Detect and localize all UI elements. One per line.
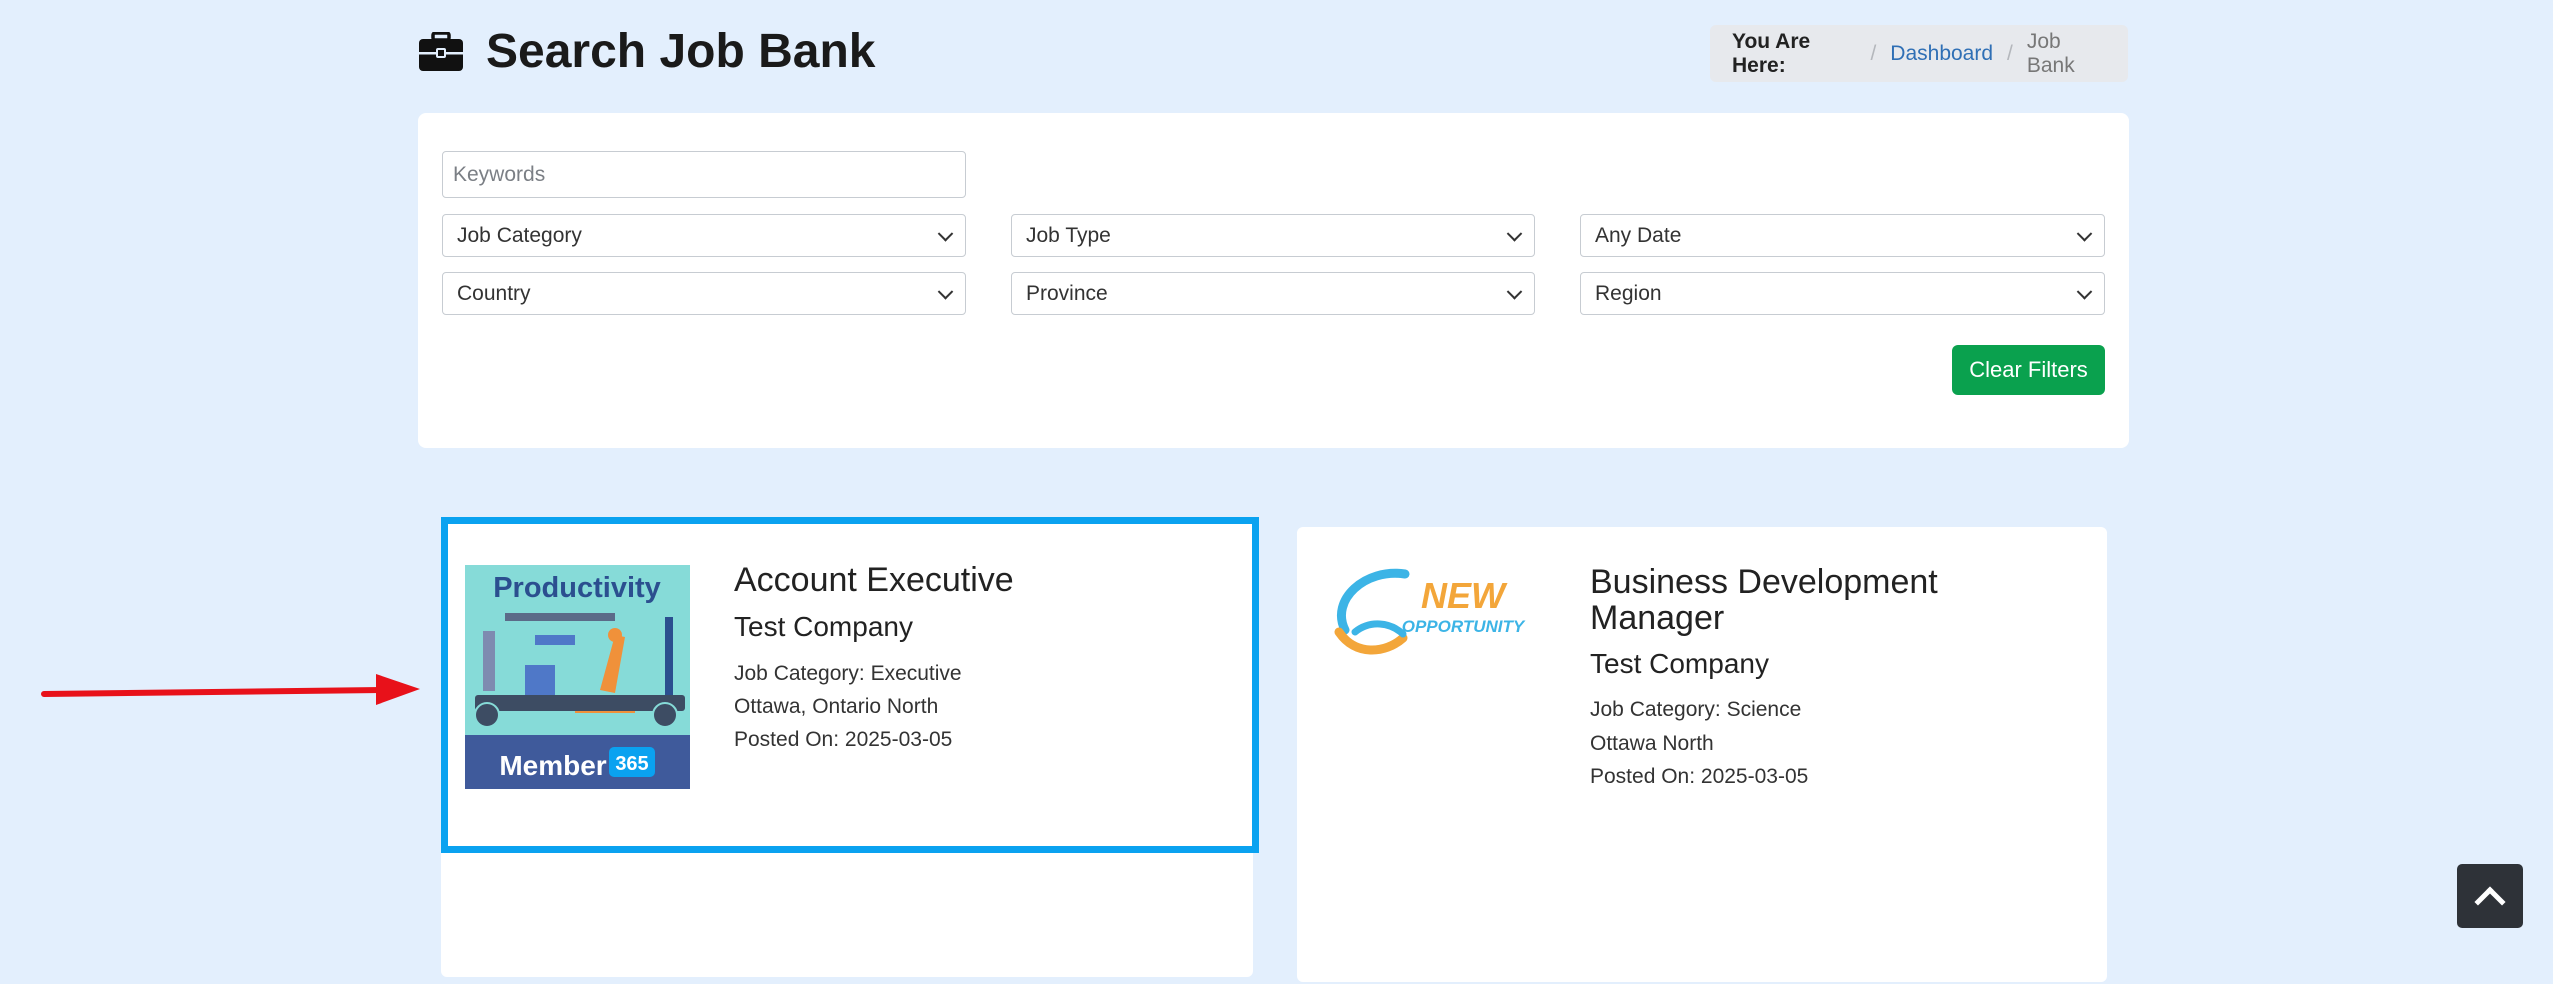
job-posted-date: Posted On: 2025-03-05 (734, 728, 953, 751)
region-value: Region (1595, 281, 1662, 305)
annotation-arrow (41, 674, 420, 705)
job-company: Test Company (734, 611, 913, 642)
chevron-down-icon (937, 225, 954, 242)
clear-filters-button[interactable]: Clear Filters (1952, 345, 2105, 395)
thumbnail-heading: Productivity (493, 572, 661, 604)
job-category: Job Category: Science (1590, 698, 1802, 721)
date-value: Any Date (1595, 223, 1682, 247)
job-location: Ottawa North (1590, 732, 1714, 755)
scroll-to-top-button[interactable] (2457, 864, 2523, 928)
page-title: Search Job Bank (486, 25, 876, 78)
briefcase-icon (418, 30, 464, 72)
thumbnail-word-new: NEW (1421, 575, 1508, 616)
date-select[interactable]: Any Date (1580, 214, 2105, 257)
chevron-down-icon (2076, 225, 2093, 242)
thumbnail-badge: 365 (615, 753, 648, 775)
job-thumbnail[interactable]: Productivity Member 365 (465, 565, 690, 789)
thumbnail-brand: Member (499, 750, 606, 781)
country-value: Country (457, 281, 531, 305)
breadcrumb-separator: / (1870, 41, 1877, 65)
job-category-value: Job Category (457, 223, 582, 247)
breadcrumb-link-dashboard[interactable]: Dashboard (1890, 42, 1993, 66)
job-thumbnail[interactable]: NEW OPPORTUNITY (1325, 560, 1527, 670)
chevron-down-icon (937, 283, 954, 300)
chevron-up-icon (2474, 886, 2506, 918)
breadcrumb-label: You Are Here: (1732, 29, 1811, 77)
province-select[interactable]: Province (1011, 272, 1535, 315)
chevron-down-icon (1506, 225, 1523, 242)
job-category-select[interactable]: Job Category (442, 214, 966, 257)
province-value: Province (1026, 281, 1108, 305)
country-select[interactable]: Country (442, 272, 966, 315)
region-select[interactable]: Region (1580, 272, 2105, 315)
job-title[interactable]: Account Executive (734, 562, 1014, 598)
keywords-input[interactable]: Keywords (442, 151, 966, 198)
job-posted-date: Posted On: 2025-03-05 (1590, 765, 1809, 788)
chevron-down-icon (2076, 283, 2093, 300)
job-bank-page: Search Job Bank You Are Here: / Dashboar… (0, 0, 2553, 984)
thumbnail-word-opportunity: OPPORTUNITY (1402, 617, 1526, 636)
job-title[interactable]: Business Development Manager (1590, 564, 2010, 636)
job-location: Ottawa, Ontario North (734, 695, 939, 718)
job-type-value: Job Type (1026, 223, 1111, 247)
job-category: Job Category: Executive (734, 662, 962, 685)
breadcrumb-current: Job Bank (2026, 29, 2075, 77)
breadcrumb-separator: / (2007, 41, 2013, 65)
page-header: Search Job Bank (418, 24, 875, 79)
keywords-placeholder: Keywords (453, 162, 546, 186)
job-type-select[interactable]: Job Type (1011, 214, 1535, 257)
chevron-down-icon (1506, 283, 1523, 300)
breadcrumb: You Are Here: / Dashboard / Job Bank (1710, 25, 2128, 82)
job-company: Test Company (1590, 648, 1769, 679)
filter-panel: Keywords Job Category Job Type Any Date … (418, 113, 2129, 448)
